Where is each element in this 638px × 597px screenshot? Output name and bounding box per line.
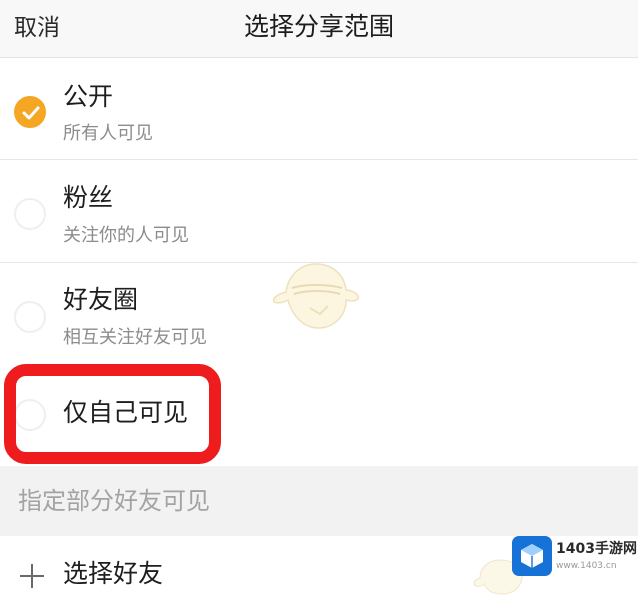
section-header-label: 指定部分好友可见 <box>18 487 210 515</box>
nav-bar: 取消 选择分享范围 <box>0 0 638 58</box>
radio-icon[interactable] <box>14 198 46 230</box>
radio-checked-icon[interactable] <box>14 96 46 128</box>
option-fans[interactable]: 粉丝 关注你的人可见 <box>0 160 638 263</box>
option-title: 好友圈 <box>63 285 139 314</box>
radio-icon[interactable] <box>14 399 46 431</box>
option-title: 仅自己可见 <box>63 398 189 427</box>
radio-icon[interactable] <box>14 301 46 333</box>
select-friends-label: 选择好友 <box>63 559 164 588</box>
checkmark-icon <box>22 106 40 120</box>
option-only-me[interactable]: 仅自己可见 <box>0 365 638 466</box>
share-scope-screen: 取消 选择分享范围 公开 所有人可见 粉丝 关注你的人可见 好友圈 相互关注好友… <box>0 0 638 597</box>
option-subtitle: 关注你的人可见 <box>63 225 189 246</box>
option-subtitle: 所有人可见 <box>63 123 153 144</box>
plus-icon <box>20 564 44 588</box>
site-watermark-logo: 1403手游网 www.1403.cn <box>512 536 637 580</box>
option-title: 粉丝 <box>63 183 114 212</box>
mascot-watermark-icon <box>272 263 360 329</box>
cube-logo-icon <box>512 536 552 576</box>
section-header: 指定部分好友可见 <box>0 466 638 536</box>
page-title: 选择分享范围 <box>243 12 394 41</box>
option-subtitle: 相互关注好友可见 <box>63 327 207 348</box>
site-brand: 1403手游网 <box>556 541 637 557</box>
site-url: www.1403.cn <box>556 561 617 571</box>
option-public[interactable]: 公开 所有人可见 <box>0 59 638 160</box>
option-title: 公开 <box>63 82 114 111</box>
